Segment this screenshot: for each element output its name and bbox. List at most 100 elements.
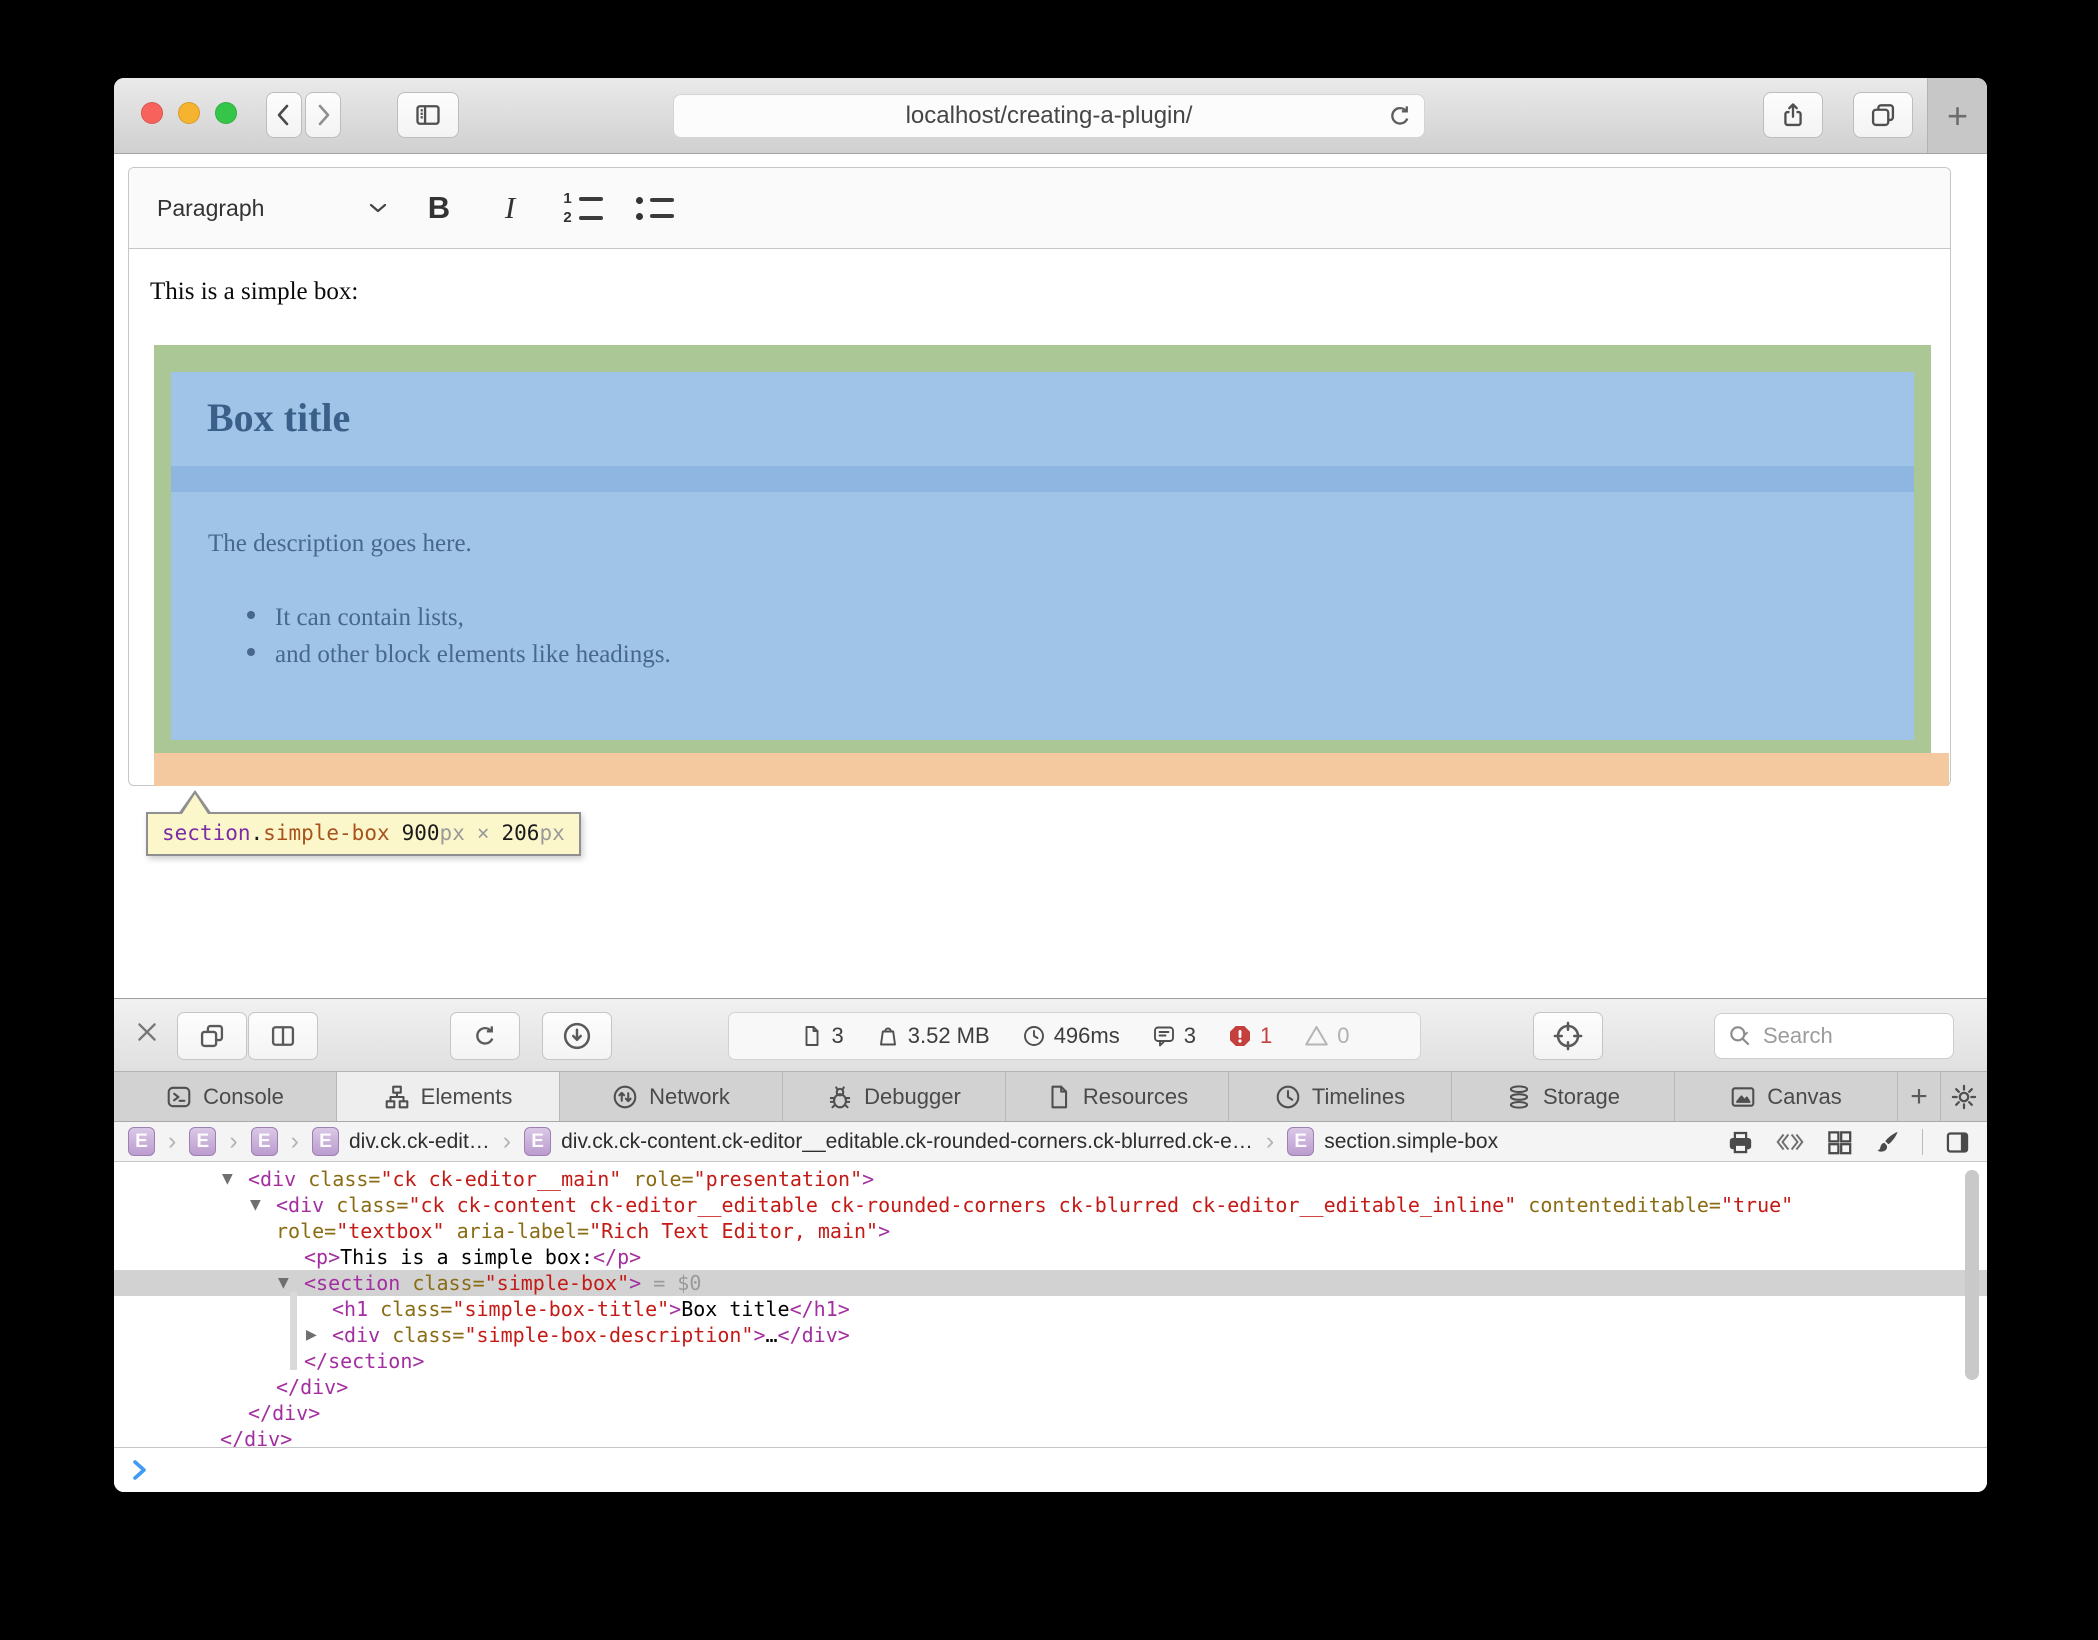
search-input[interactable]	[1761, 1022, 1915, 1050]
dom-tree-row[interactable]: ▼<div class="ck ck-content ck-editor__ed…	[114, 1192, 1987, 1218]
bulleted-list-button[interactable]	[625, 182, 685, 234]
chevron-right-icon: ›	[168, 1127, 176, 1156]
chevron-down-icon[interactable]	[367, 201, 389, 215]
stat-error[interactable]: 1	[1228, 1023, 1272, 1049]
breadcrumb-item[interactable]: Esection.simple-box	[1287, 1127, 1498, 1156]
storage-icon	[1506, 1084, 1532, 1110]
forward-button[interactable]	[305, 92, 341, 138]
tab-canvas[interactable]: Canvas	[1675, 1072, 1898, 1121]
document-icon	[800, 1024, 824, 1048]
element-picker-button[interactable]	[1533, 1012, 1603, 1060]
chevron-right-icon: ›	[291, 1127, 299, 1156]
tab-storage[interactable]: Storage	[1452, 1072, 1675, 1121]
element-badge-icon: E	[128, 1127, 155, 1156]
tab-network[interactable]: Network	[560, 1072, 783, 1121]
dock-side-button[interactable]	[248, 1012, 318, 1060]
settings-button[interactable]	[1941, 1072, 1987, 1121]
disclosure-expanded-icon[interactable]: ▼	[222, 1166, 233, 1192]
dom-tree: ▼<div class="ck ck-editor__main" role="p…	[114, 1162, 1987, 1447]
box-title: Box title	[207, 394, 350, 441]
minimize-window-button[interactable]	[178, 102, 200, 124]
weight-icon	[876, 1024, 900, 1048]
dom-tree-row[interactable]: </div>	[114, 1400, 1987, 1426]
tab-timelines[interactable]: Timelines	[1229, 1072, 1452, 1121]
tab-label: Canvas	[1767, 1084, 1842, 1110]
breadcrumb-item[interactable]: E	[189, 1127, 216, 1156]
disclosure-collapsed-icon[interactable]: ▶	[306, 1322, 317, 1348]
tooltip-class: simple-box	[263, 821, 389, 845]
tabs-icon	[1869, 101, 1897, 129]
dom-tree-row[interactable]: <p>This is a simple box:</p>	[114, 1244, 1987, 1270]
stat-document[interactable]: 3	[800, 1023, 844, 1049]
detach-icon	[198, 1022, 226, 1050]
reload-page-button[interactable]	[450, 1012, 520, 1060]
address-bar[interactable]: localhost/creating-a-plugin/	[673, 94, 1425, 138]
tab-label: Timelines	[1312, 1084, 1405, 1110]
breadcrumb-item[interactable]: Ediv.ck.ck-content.ck-editor__editable.c…	[524, 1127, 1253, 1156]
dom-tree-row[interactable]: <h1 class="simple-box-title">Box title</…	[114, 1296, 1987, 1322]
back-button[interactable]	[266, 92, 302, 138]
chevron-right-icon: ›	[1266, 1127, 1274, 1156]
breadcrumb-item[interactable]: E	[128, 1127, 155, 1156]
breadcrumb-item[interactable]: E	[251, 1127, 278, 1156]
indent-guide	[290, 1292, 297, 1370]
tab-console[interactable]: Console	[114, 1072, 337, 1121]
source-code-icon[interactable]	[1775, 1129, 1805, 1155]
resource-stats-bar: 3 3.52 MB 496ms 3 1 0	[728, 1012, 1421, 1060]
dom-tree-row[interactable]: </div>	[114, 1374, 1987, 1400]
tooltip-height: 206	[502, 821, 540, 845]
dom-tree-row[interactable]: </section>	[114, 1348, 1987, 1374]
scrollbar-thumb[interactable]	[1965, 1170, 1979, 1380]
dom-tree-row[interactable]: ▼<div class="ck ck-editor__main" role="p…	[114, 1166, 1987, 1192]
console-prompt-row[interactable]	[114, 1447, 1987, 1492]
new-tab-button[interactable]: +	[1927, 78, 1987, 153]
detach-inspector-button[interactable]	[177, 1012, 247, 1060]
disclosure-expanded-icon[interactable]: ▼	[250, 1192, 261, 1218]
download-button[interactable]	[542, 1012, 612, 1060]
inspector-toolbar: 3 3.52 MB 496ms 3 1 0	[114, 998, 1987, 1072]
sidebar-button[interactable]	[397, 92, 459, 138]
elements-icon	[384, 1084, 410, 1110]
stat-warning[interactable]: 0	[1304, 1023, 1349, 1049]
breadcrumb-label: div.ck.ck-content.ck-editor__editable.ck…	[561, 1130, 1253, 1154]
italic-button[interactable]: I	[485, 182, 535, 234]
dom-tree-row[interactable]: ▼<section class="simple-box"> = $0	[114, 1270, 1987, 1296]
tab-resources[interactable]: Resources	[1006, 1072, 1229, 1121]
grid-layout-icon[interactable]	[1826, 1129, 1853, 1156]
styles-brush-icon[interactable]	[1874, 1129, 1901, 1156]
print-icon[interactable]	[1727, 1129, 1754, 1156]
details-sidebar-icon[interactable]	[1944, 1129, 1971, 1156]
bulleted-list-icon	[636, 197, 674, 204]
add-panel-button[interactable]: +	[1898, 1072, 1941, 1121]
disclosure-expanded-icon[interactable]: ▼	[278, 1270, 289, 1296]
tab-elements[interactable]: Elements	[337, 1072, 560, 1121]
breadcrumb-item[interactable]: Ediv.ck.ck-edit…	[312, 1127, 490, 1156]
tab-overview-button[interactable]	[1853, 92, 1913, 138]
numbered-list-button[interactable]: 1 2	[553, 182, 613, 234]
dom-tree-row[interactable]: role="textbox" aria-label="Rich Text Edi…	[114, 1218, 1987, 1244]
paragraph-dropdown[interactable]: Paragraph	[157, 168, 264, 248]
inspector-search-field[interactable]	[1714, 1013, 1954, 1059]
zoom-window-button[interactable]	[215, 102, 237, 124]
bullet-icon	[247, 611, 255, 619]
share-button[interactable]	[1763, 92, 1823, 138]
close-window-button[interactable]	[141, 102, 163, 124]
tab-debugger[interactable]: Debugger	[783, 1072, 1006, 1121]
console-icon	[166, 1084, 192, 1110]
reload-icon[interactable]	[1386, 102, 1414, 130]
stat-weight[interactable]: 3.52 MB	[876, 1023, 990, 1049]
bullet-icon	[247, 648, 255, 656]
highlight-title-block: Box title	[171, 372, 1914, 466]
dom-tree-row[interactable]: ▶<div class="simple-box-description">…</…	[114, 1322, 1987, 1348]
url-text: localhost/creating-a-plugin/	[906, 102, 1193, 130]
bold-button[interactable]: B	[413, 182, 465, 234]
stat-bubble[interactable]: 3	[1152, 1023, 1196, 1049]
tooltip-tag: section	[162, 821, 251, 845]
dom-tree-row[interactable]: </div>	[114, 1426, 1987, 1447]
element-badge-icon: E	[524, 1127, 551, 1156]
close-inspector-icon[interactable]	[134, 1019, 160, 1045]
breadcrumb-label: section.simple-box	[1324, 1130, 1498, 1154]
description-text: The description goes here.	[208, 530, 472, 558]
stat-clock[interactable]: 496ms	[1022, 1023, 1120, 1049]
timelines-icon	[1275, 1084, 1301, 1110]
